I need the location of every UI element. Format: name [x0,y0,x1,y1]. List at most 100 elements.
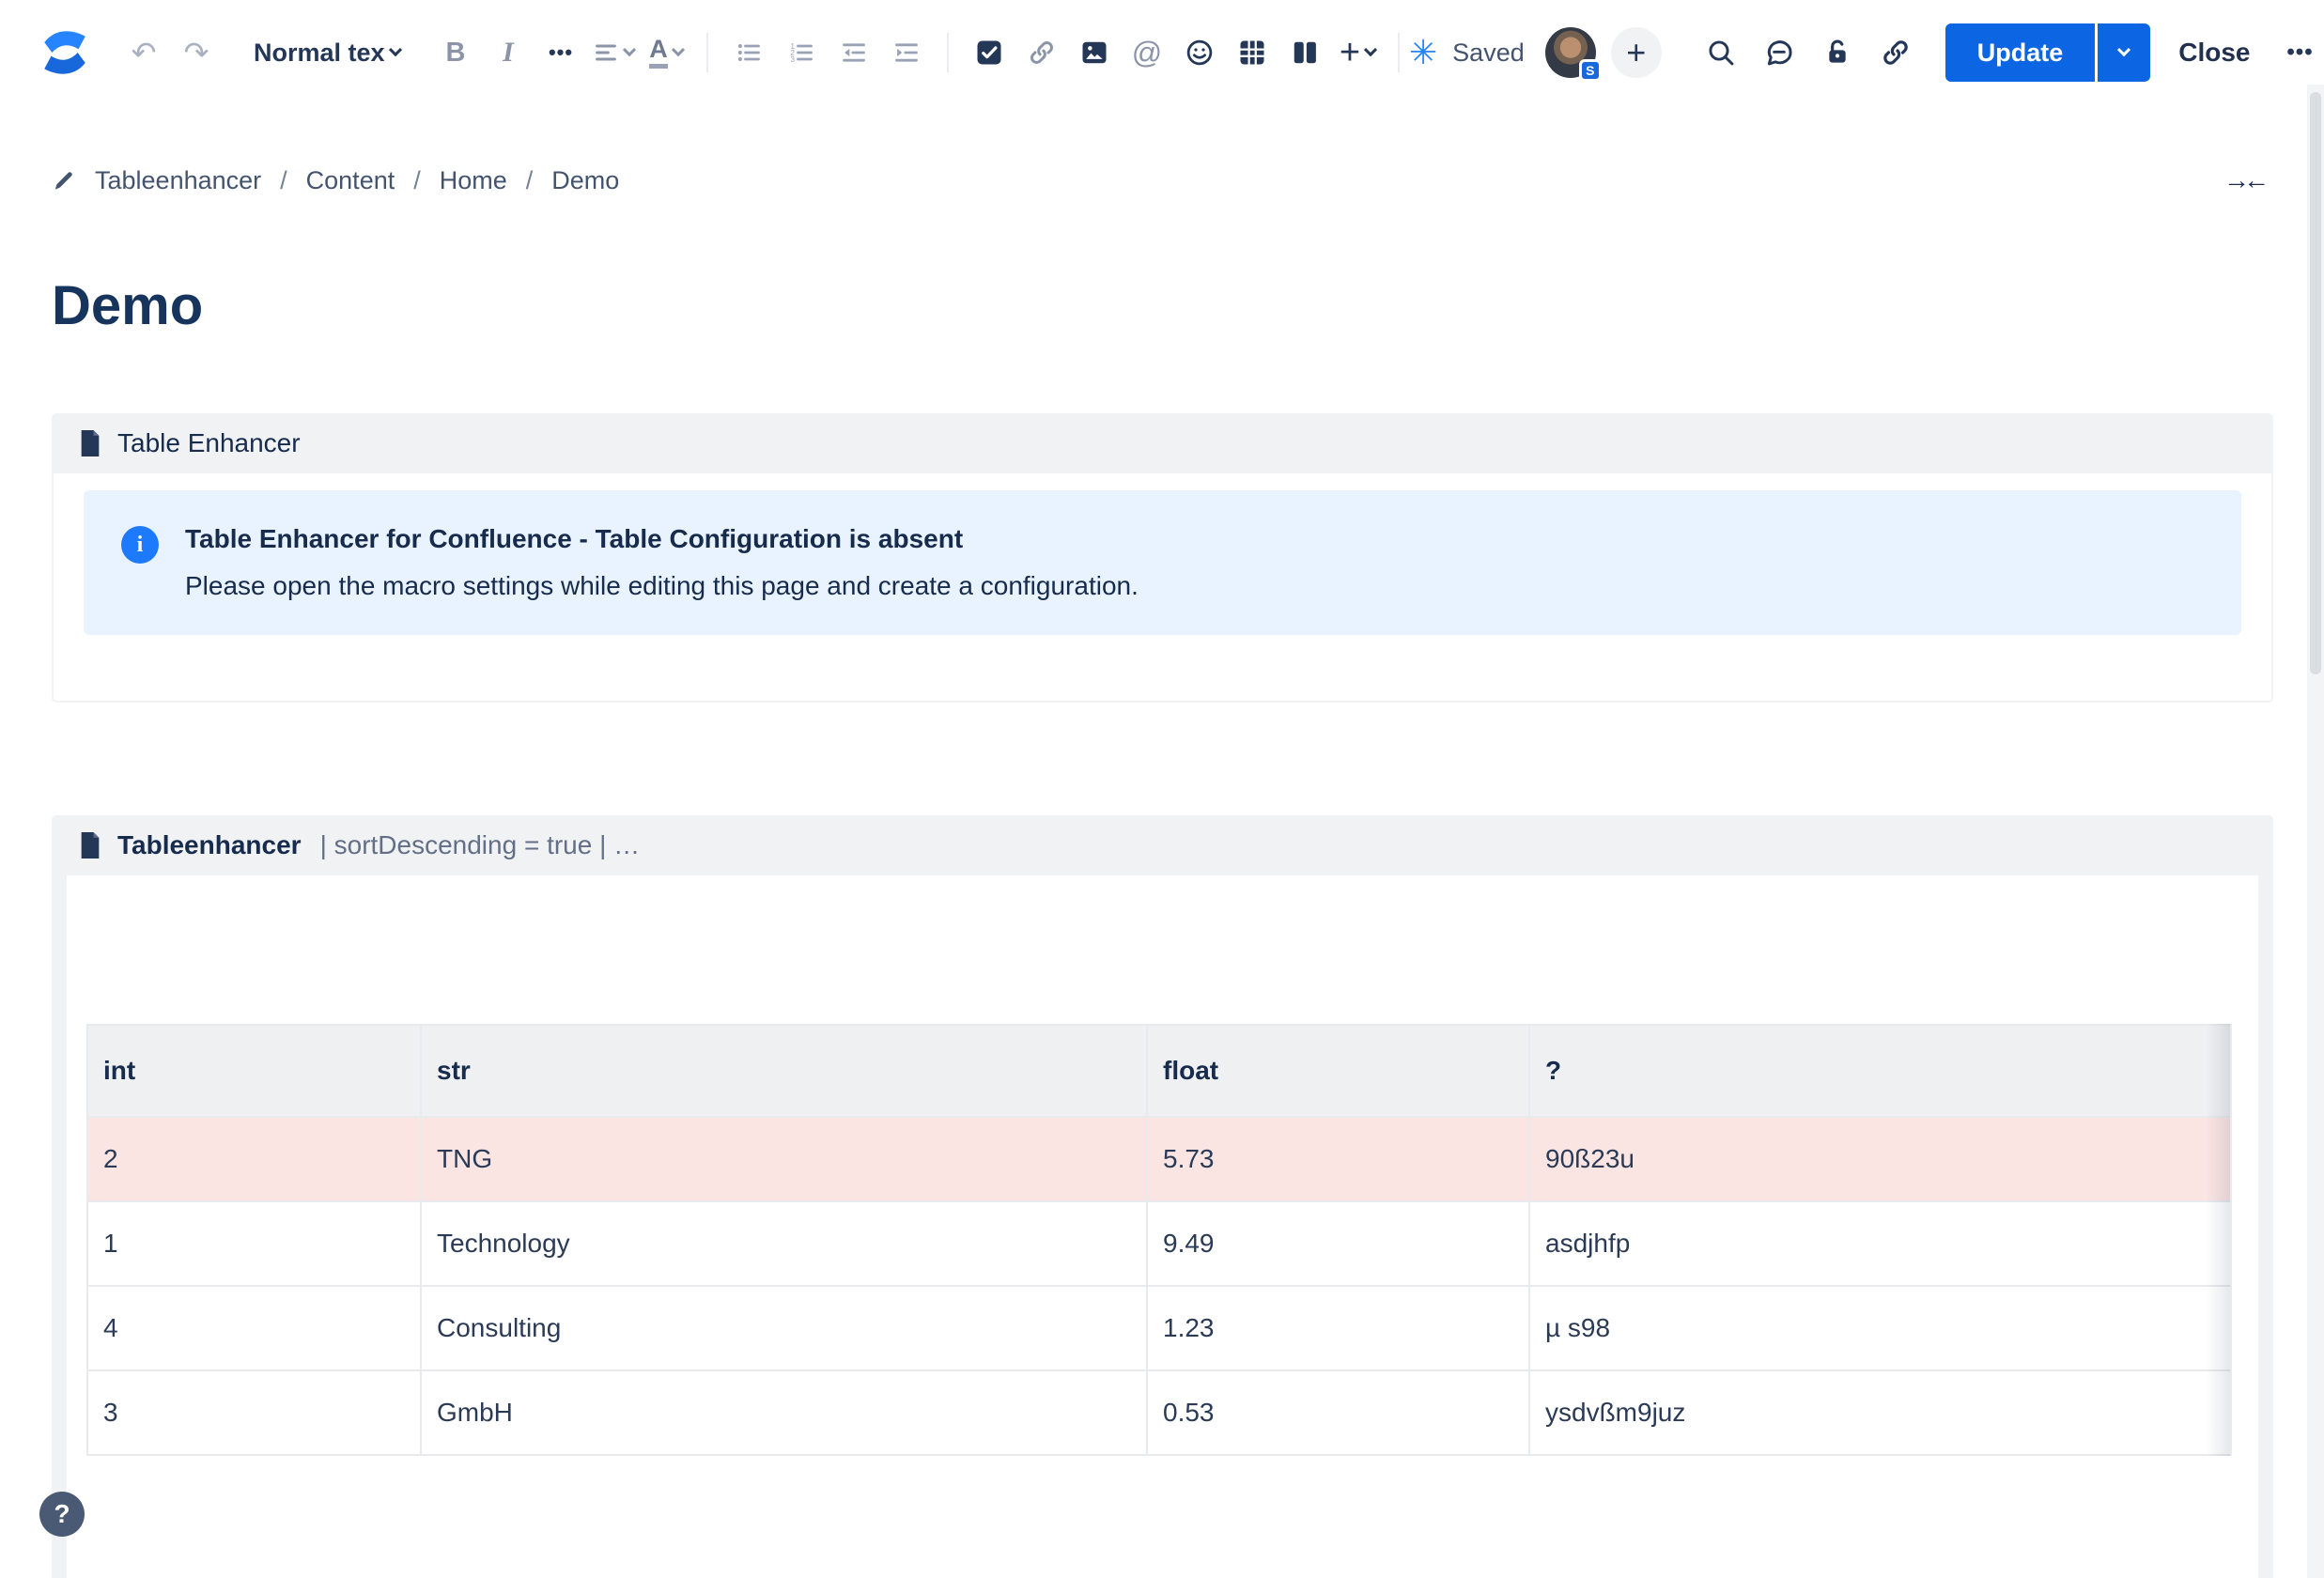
table-row: 4 Consulting 1.23 µ s98 [87,1286,2231,1370]
italic-icon: I [503,37,514,69]
outdent-button[interactable] [832,28,875,77]
page-scrollbar[interactable] [2307,85,2324,1578]
table-cell: 90ß23u [1529,1117,2231,1201]
more-formatting-button[interactable]: ••• [539,28,582,77]
update-options-button[interactable] [2098,23,2150,82]
table-enhancer-macro-header[interactable]: Table Enhancer [52,413,2273,473]
breadcrumb-space[interactable]: Tableenhancer [95,166,261,195]
table-cell: GmbH [421,1370,1147,1455]
data-table-wrap: int str float ? 2 TNG 5.73 90ß23u [86,1024,2230,1456]
column-header-question[interactable]: ? [1529,1025,2231,1117]
insert-image-button[interactable] [1073,28,1116,77]
emoji-button[interactable] [1178,28,1221,77]
copy-link-button[interactable] [1874,28,1917,77]
scrollbar-thumb[interactable] [2310,92,2321,674]
document-icon [78,430,102,456]
macro-parameters: | sortDescending = true | … [320,830,641,860]
table-cell: 1 [87,1201,421,1286]
alert-body: Please open the macro settings while edi… [185,571,1139,601]
layout-columns-button[interactable] [1283,28,1326,77]
collapse-width-button[interactable]: →← [2223,165,2272,195]
link-icon [1881,38,1911,68]
table-cell: 3 [87,1370,421,1455]
insert-table-button[interactable] [1231,28,1274,77]
info-icon: i [121,526,159,564]
mention-button[interactable]: @ [1125,28,1169,77]
chevron-down-icon [1364,43,1377,56]
table-cell: asdjhfp [1529,1201,2231,1286]
redo-icon: ↷ [184,35,209,70]
numbered-list-button[interactable]: 123 [780,28,823,77]
table-cell: ysdvßm9juz [1529,1370,2231,1455]
undo-icon: ↶ [132,35,157,70]
link-icon [1028,39,1056,67]
table-cell: Technology [421,1201,1147,1286]
table-icon [1238,39,1266,67]
table-enhancer-macro: Table Enhancer i Table Enhancer for Conf… [52,413,2273,703]
tableenhancer-macro-frame: int str float ? 2 TNG 5.73 90ß23u [52,875,2273,1578]
help-button[interactable]: ? [39,1492,85,1537]
macro-title: Tableenhancer [117,830,302,860]
data-table: int str float ? 2 TNG 5.73 90ß23u [86,1024,2232,1456]
breadcrumb: Tableenhancer / Content / Home / Demo [52,166,619,195]
bullet-list-button[interactable] [727,28,770,77]
task-list-button[interactable] [968,28,1011,77]
bold-button[interactable]: B [434,28,477,77]
breadcrumb-content[interactable]: Content [306,166,395,195]
search-icon [1706,38,1736,68]
table-row: 1 Technology 9.49 asdjhfp [87,1201,2231,1286]
text-color-icon: A [649,37,668,69]
redo-button[interactable]: ↷ [175,28,218,77]
text-style-label: Normal text [254,39,385,68]
task-checkbox-icon [975,39,1003,67]
tableenhancer-macro-header[interactable]: Tableenhancer | sortDescending = true | … [52,815,2273,875]
plus-icon: + [1340,33,1360,73]
avatar-status-badge: S [1579,59,1602,82]
saved-status: Saved [1452,39,1525,68]
breadcrumb-page[interactable]: Demo [551,166,619,195]
inline-comment-button[interactable] [1758,28,1801,77]
close-button[interactable]: Close [2165,38,2263,68]
saving-spinner-icon: ✳ [1409,33,1437,72]
macro-title: Table Enhancer [117,428,301,458]
edit-pencil-icon [52,168,76,193]
alignment-dropdown[interactable] [592,28,635,77]
indent-button[interactable] [885,28,928,77]
chevron-down-icon [672,43,685,56]
insert-more-dropdown[interactable]: + [1336,28,1379,77]
chevron-down-icon [2117,43,2130,56]
table-cell: 0.53 [1147,1370,1529,1455]
more-menu-icon: ••• [2286,39,2313,66]
breadcrumb-row: Tableenhancer / Content / Home / Demo →← [52,158,2272,203]
bullet-list-icon [736,39,762,66]
question-mark-icon: ? [54,1499,70,1529]
column-header-int[interactable]: int [87,1025,421,1117]
italic-button[interactable]: I [487,28,530,77]
editor-toolbar: ↶ ↷ Normal text B I ••• A [0,0,2324,105]
undo-button[interactable]: ↶ [122,28,165,77]
more-menu-button[interactable]: ••• [2279,28,2322,77]
column-header-float[interactable]: float [1147,1025,1529,1117]
search-button[interactable] [1699,28,1743,77]
text-color-dropdown[interactable]: A [644,28,688,77]
column-header-str[interactable]: str [421,1025,1147,1117]
breadcrumb-home[interactable]: Home [440,166,507,195]
bold-icon: B [446,38,466,69]
emoji-icon [1185,39,1214,67]
insert-link-button[interactable] [1020,28,1063,77]
text-style-dropdown[interactable]: Normal text [254,28,400,77]
table-cell: 4 [87,1286,421,1370]
tableenhancer-macro-body: int str float ? 2 TNG 5.73 90ß23u [67,875,2258,1578]
unlock-button[interactable] [1816,28,1859,77]
table-row: 3 GmbH 0.53 ysdvßm9juz [87,1370,2231,1455]
table-cell: 5.73 [1147,1117,1529,1201]
outdent-icon [841,39,867,66]
table-header-row: int str float ? [87,1025,2231,1117]
page-title[interactable]: Demo [52,274,203,337]
table-cell: 9.49 [1147,1201,1529,1286]
toolbar-divider [1398,33,1400,72]
update-button[interactable]: Update [1945,23,2096,82]
add-people-button[interactable]: + [1611,27,1662,78]
avatar[interactable]: S [1545,27,1596,78]
columns-icon [1291,39,1319,67]
